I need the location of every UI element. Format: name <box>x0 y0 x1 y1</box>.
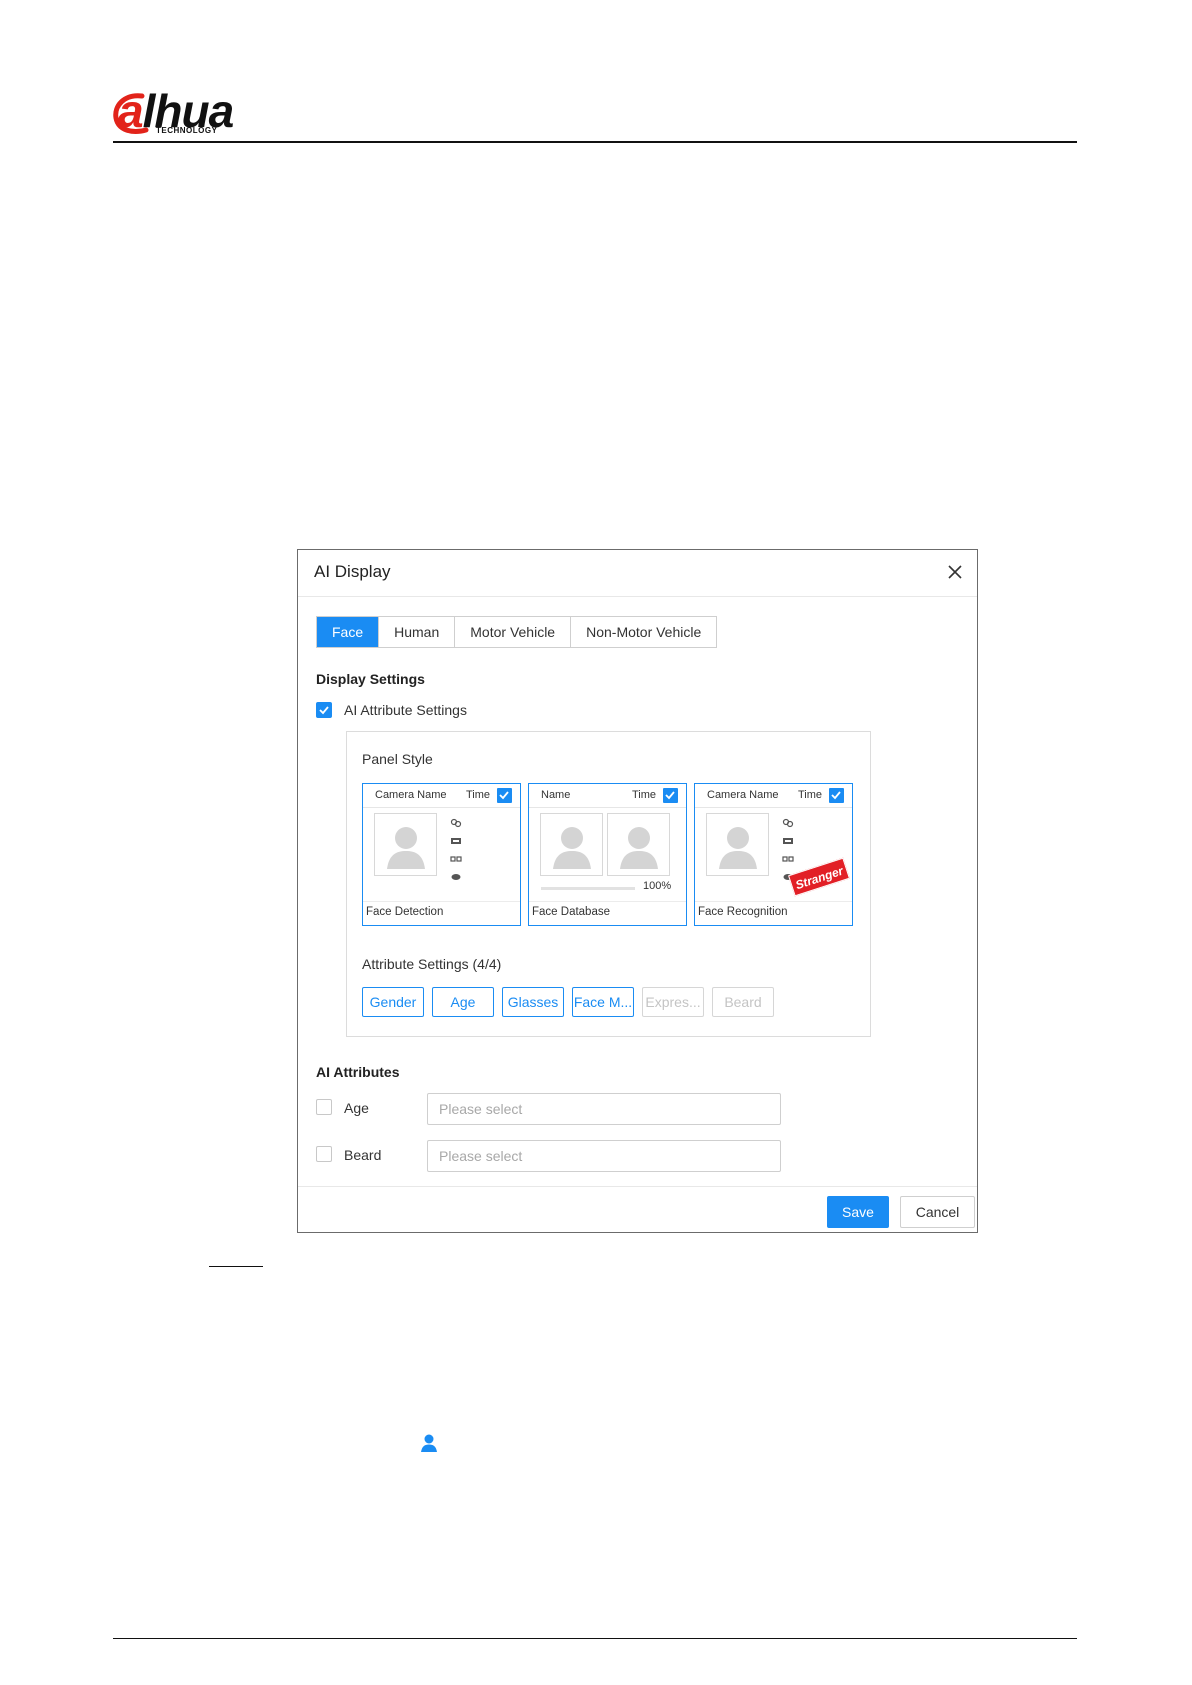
card-footer-divider <box>695 901 852 902</box>
tab-non-motor-vehicle[interactable]: Non-Motor Vehicle <box>571 617 716 647</box>
glasses-icon <box>450 856 462 862</box>
panel-style-label: Panel Style <box>362 751 433 767</box>
dialog-footer-divider <box>298 1186 977 1187</box>
dialog-title: AI Display <box>314 562 391 581</box>
object-type-tabs: Face Human Motor Vehicle Non-Motor Vehic… <box>316 616 718 648</box>
chip-beard: Beard <box>712 987 774 1017</box>
dahua-logo: alhua TECHNOLOGY <box>112 85 272 138</box>
glasses-icon <box>782 856 794 862</box>
avatar-placeholder-icon <box>607 813 670 876</box>
age-select[interactable]: Please select <box>427 1093 781 1125</box>
avatar-placeholder-icon <box>540 813 603 876</box>
age-icon <box>451 838 461 844</box>
card-footer-label: Face Database <box>532 906 610 918</box>
card-camera-name: Camera Name <box>375 789 447 801</box>
dialog-header-divider <box>298 596 977 597</box>
check-icon <box>319 706 329 715</box>
panel-card-face-database[interactable]: Name Time 100% Face Database <box>528 783 687 926</box>
beard-select[interactable]: Please select <box>427 1140 781 1172</box>
card-header: Name Time <box>529 784 686 808</box>
card-header: Camera Name Time <box>363 784 520 808</box>
user-icon <box>421 1434 437 1452</box>
similarity-bar <box>541 887 635 890</box>
card-footer-label: Face Detection <box>366 906 444 918</box>
card-camera-name: Camera Name <box>707 789 779 801</box>
tab-face[interactable]: Face <box>317 617 380 647</box>
gender-icon <box>450 818 462 828</box>
cancel-button[interactable]: Cancel <box>900 1196 975 1228</box>
card-footer-divider <box>363 901 520 902</box>
age-checkbox[interactable] <box>316 1099 332 1115</box>
age-label: Age <box>344 1100 369 1116</box>
chip-age[interactable]: Age <box>432 987 494 1017</box>
tab-motor-vehicle[interactable]: Motor Vehicle <box>455 617 572 647</box>
check-icon <box>665 791 675 800</box>
chip-expression: Expres... <box>642 987 704 1017</box>
card-time: Time <box>465 789 490 801</box>
avatar-placeholder-icon <box>374 813 437 876</box>
card-time: Time <box>631 789 656 801</box>
attribute-settings-label: Attribute Settings (4/4) <box>362 956 502 972</box>
card-footer-label: Face Recognition <box>698 906 788 918</box>
card-time: Time <box>797 789 822 801</box>
gender-icon <box>782 818 794 828</box>
age-select-placeholder: Please select <box>439 1101 523 1117</box>
chip-glasses[interactable]: Glasses <box>502 987 564 1017</box>
ai-attribute-settings-checkbox[interactable] <box>316 702 332 718</box>
close-icon[interactable] <box>943 560 967 584</box>
ai-attributes-title: AI Attributes <box>316 1064 400 1080</box>
card-checkbox[interactable] <box>497 788 512 803</box>
stranger-stamp: Stranger <box>788 857 850 897</box>
ai-display-dialog: AI Display Face Human Motor Vehicle Non-… <box>297 549 978 1233</box>
beard-checkbox[interactable] <box>316 1146 332 1162</box>
tab-human[interactable]: Human <box>379 617 456 647</box>
header-rule <box>113 141 1077 143</box>
age-icon <box>783 838 793 844</box>
chip-gender[interactable]: Gender <box>362 987 424 1017</box>
panel-card-face-detection[interactable]: Camera Name Time Face Detection <box>362 783 521 926</box>
display-settings-title: Display Settings <box>316 671 425 687</box>
beard-label: Beard <box>344 1147 382 1163</box>
panel-style-box: Panel Style Camera Name Time Face Detect… <box>346 731 871 1037</box>
mask-icon <box>451 874 461 880</box>
ai-attribute-settings-label: AI Attribute Settings <box>344 702 467 718</box>
avatar-placeholder-icon <box>706 813 769 876</box>
save-button[interactable]: Save <box>827 1196 889 1228</box>
check-icon <box>499 791 509 800</box>
card-name: Name <box>541 789 571 801</box>
check-icon <box>831 791 841 800</box>
chip-face-mask[interactable]: Face M... <box>572 987 634 1017</box>
text-underline <box>209 1266 263 1267</box>
card-footer-divider <box>529 901 686 902</box>
card-checkbox[interactable] <box>663 788 678 803</box>
panel-card-face-recognition[interactable]: Camera Name Time Stranger Face Recogniti… <box>694 783 853 926</box>
beard-select-placeholder: Please select <box>439 1148 523 1164</box>
card-header: Camera Name Time <box>695 784 852 808</box>
footer-rule <box>113 1638 1077 1639</box>
logo-subtitle: TECHNOLOGY <box>156 126 218 135</box>
similarity-value: 100% <box>643 880 672 892</box>
card-checkbox[interactable] <box>829 788 844 803</box>
